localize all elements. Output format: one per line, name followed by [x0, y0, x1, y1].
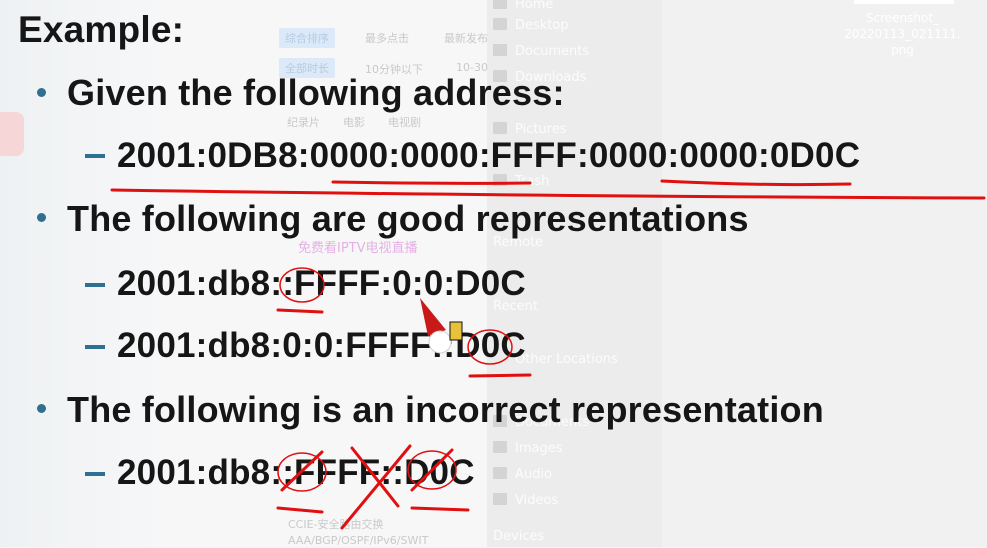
big-x-stroke-1 [350, 446, 400, 508]
underline-good-2 [468, 373, 532, 378]
pen-annotations [110, 179, 986, 530]
underline-address [110, 188, 986, 200]
big-x-stroke-2 [340, 444, 412, 530]
underline-bad-2 [410, 506, 470, 512]
underline-bad-1 [276, 506, 324, 514]
circle-double-colon-1 [279, 267, 325, 303]
slash-bad-1 [280, 450, 324, 492]
mascot-icon [420, 298, 463, 354]
underline-zeros-1 [331, 180, 532, 185]
slash-bad-2 [410, 448, 454, 492]
underline-zeros-2 [660, 179, 852, 187]
circle-double-colon-2 [467, 329, 513, 365]
underline-good-1 [276, 308, 324, 314]
